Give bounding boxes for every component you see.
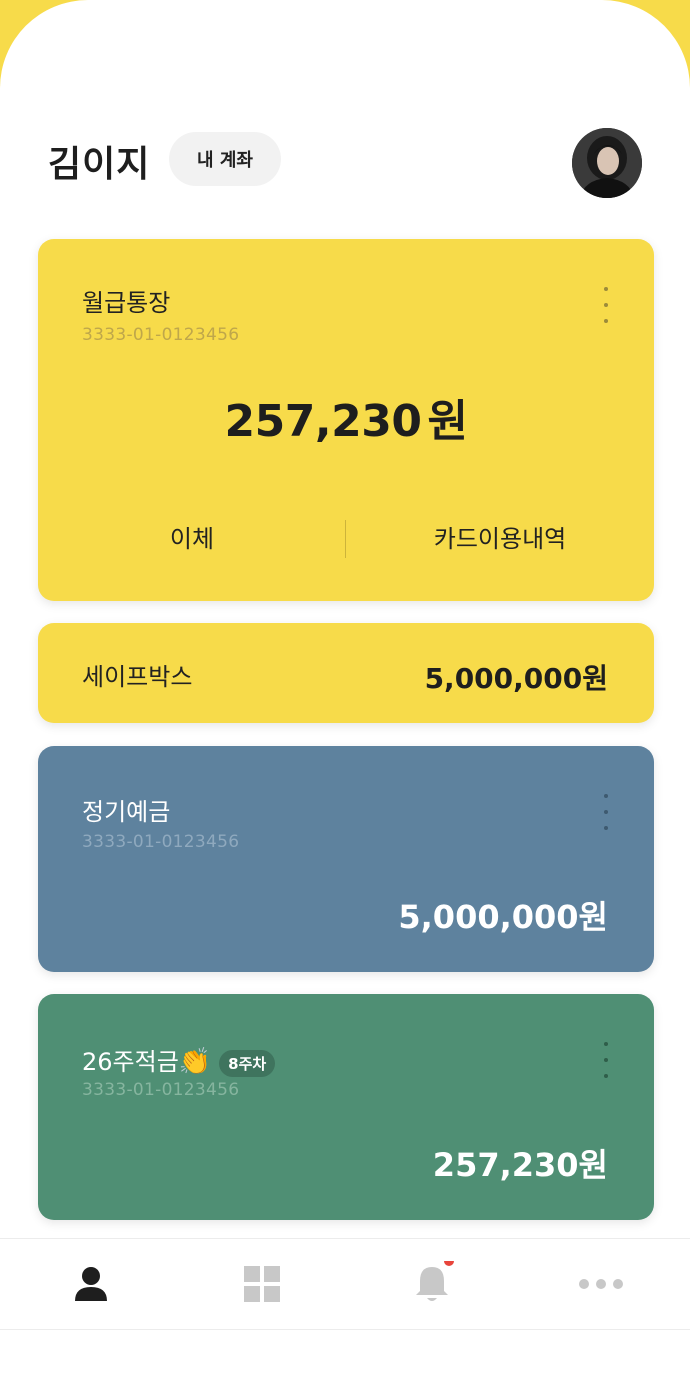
account-card-deposit[interactable]: 정기예금 3333-01-0123456 5,000,000원: [38, 746, 654, 972]
more-options-icon[interactable]: [596, 1042, 616, 1078]
account-balance: 257,230원: [38, 385, 654, 449]
clapping-hands-icon: 👏: [178, 1047, 212, 1077]
bottom-nav: [0, 1238, 690, 1330]
account-card-savings[interactable]: 26주적금👏 8주차 3333-01-0123456 257,230원: [38, 994, 654, 1220]
balance-amount: 257,230: [224, 396, 422, 447]
account-number: 3333-01-0123456: [82, 832, 240, 852]
nav-more[interactable]: [578, 1261, 624, 1307]
nav-menu[interactable]: [239, 1261, 285, 1307]
account-title: 월급통장: [82, 289, 171, 317]
more-icon: [579, 1279, 623, 1289]
week-badge: 8주차: [219, 1049, 276, 1077]
person-icon: [75, 1267, 107, 1301]
transfer-button[interactable]: 이체: [38, 519, 346, 554]
app-screen: 김이지 내 계좌 월급통장 3333-01-0123456 257,230 원 이…: [0, 0, 690, 1396]
my-accounts-button[interactable]: 내 계좌: [169, 132, 281, 186]
account-number: 3333-01-0123456: [82, 1080, 240, 1100]
balance-currency: 원: [427, 396, 468, 447]
account-balance: 257,230원: [432, 1146, 608, 1184]
card-history-button[interactable]: 카드이용내역: [346, 519, 654, 554]
nav-notifications[interactable]: [409, 1261, 455, 1307]
bell-icon: [416, 1261, 454, 1301]
nav-profile[interactable]: [68, 1261, 114, 1307]
account-number: 3333-01-0123456: [82, 325, 240, 345]
account-balance: 5,000,000원: [424, 662, 608, 695]
account-title: 세이프박스: [82, 663, 193, 691]
account-card-safebox[interactable]: 세이프박스 5,000,000원: [38, 623, 654, 723]
account-title: 정기예금: [82, 798, 171, 826]
account-title: 26주적금: [82, 1048, 179, 1076]
profile-photo-icon: [572, 128, 642, 198]
header: 김이지 내 계좌: [48, 128, 642, 198]
more-options-icon[interactable]: [596, 794, 616, 830]
user-name: 김이지: [48, 144, 151, 185]
savings-title-row: 26주적금👏 8주차: [82, 1042, 276, 1077]
avatar[interactable]: [572, 128, 642, 198]
notification-dot: [444, 1261, 454, 1266]
account-balance: 5,000,000원: [398, 898, 608, 936]
grid-icon: [244, 1266, 280, 1302]
more-options-icon[interactable]: [596, 287, 616, 323]
account-card-salary[interactable]: 월급통장 3333-01-0123456 257,230 원 이체 카드이용내역: [38, 239, 654, 601]
